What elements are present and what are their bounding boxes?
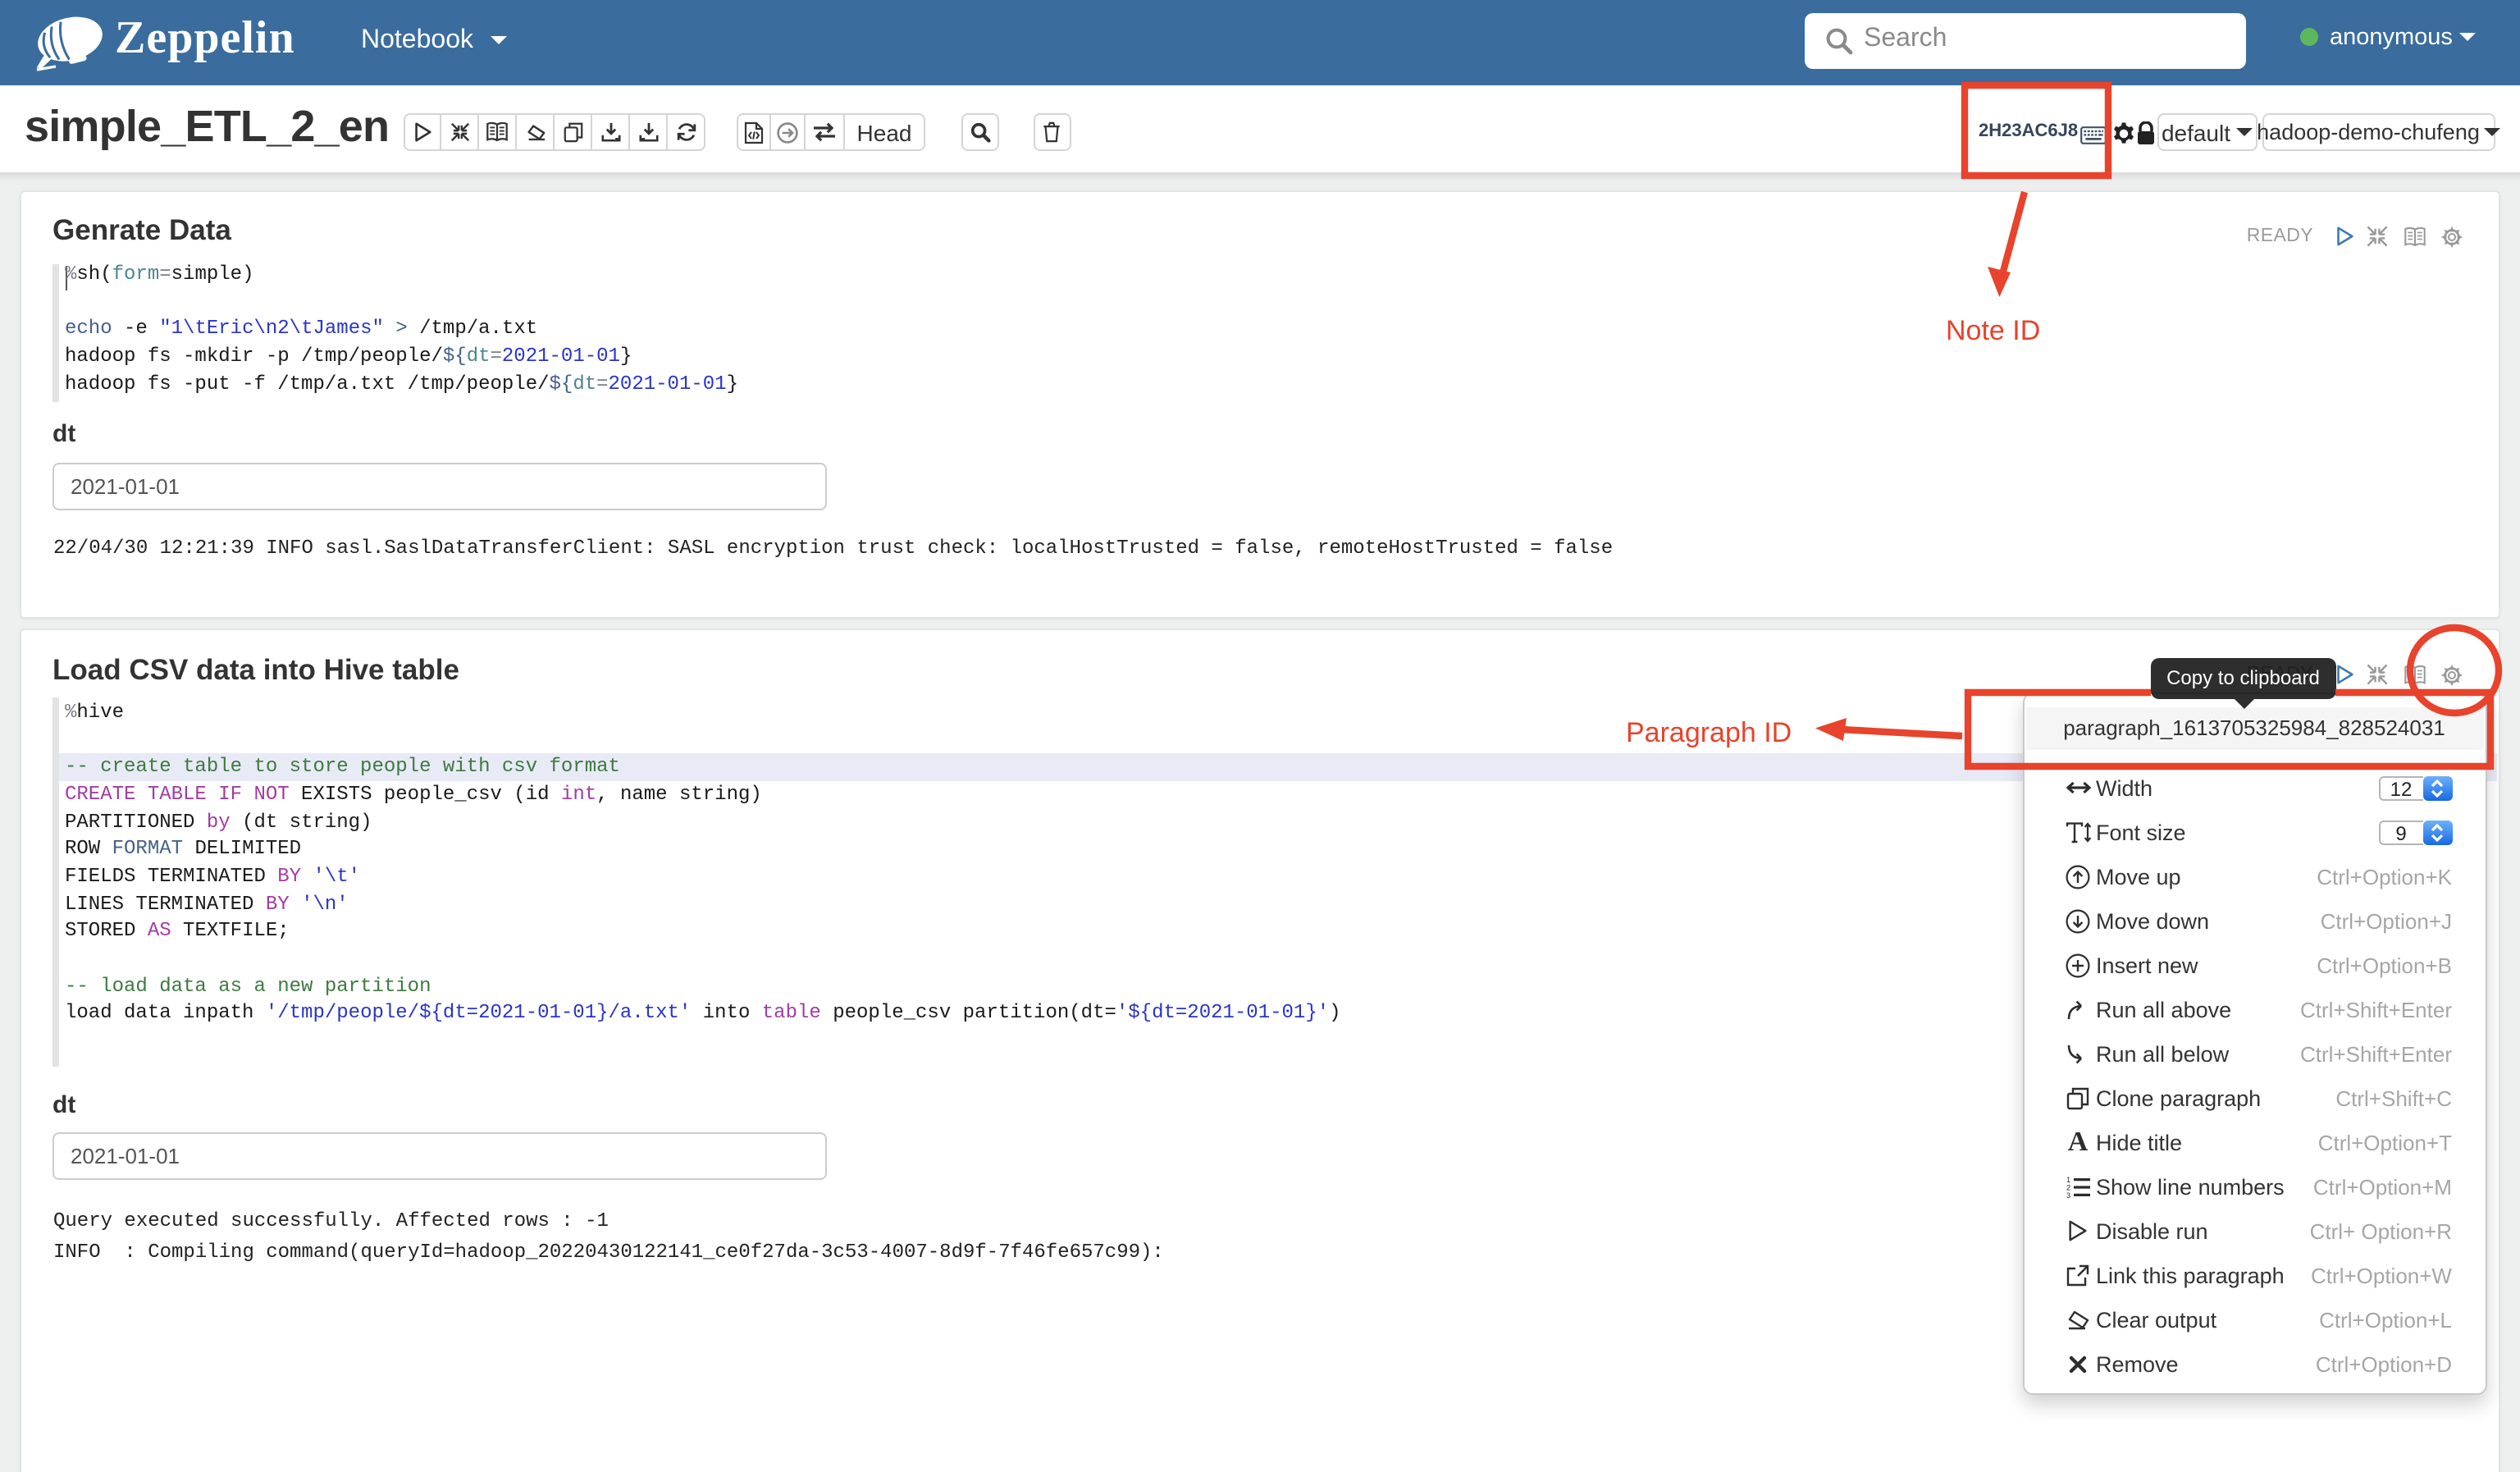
svg-text:3: 3 [2066,1191,2070,1197]
